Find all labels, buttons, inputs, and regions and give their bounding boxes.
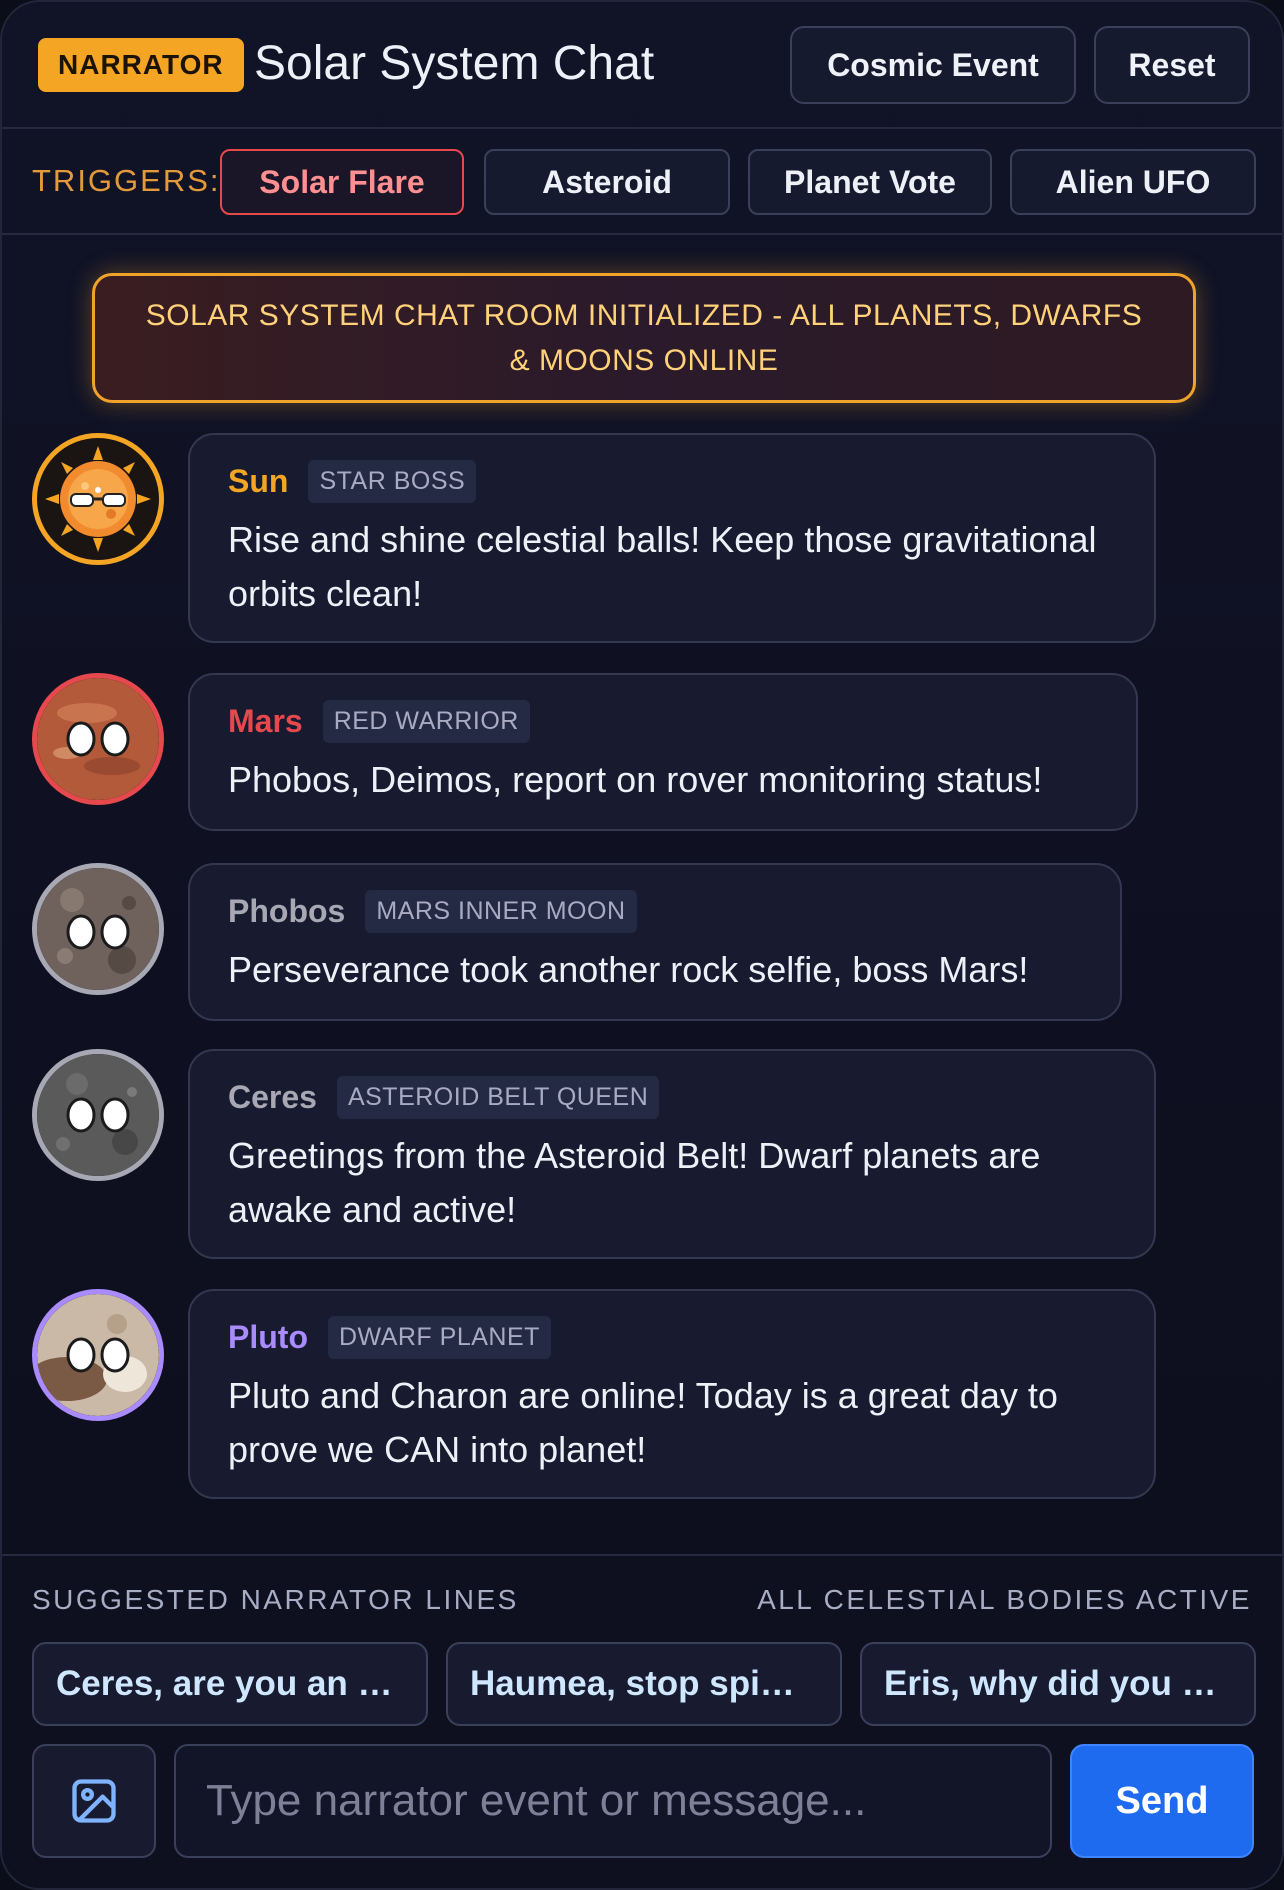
sender-role-badge: MARS INNER MOON xyxy=(365,889,637,933)
message-text: Perseverance took another rock selfie, b… xyxy=(228,949,1029,990)
triggers-bar: TRIGGERS: Solar Flare Asteroid Planet Vo… xyxy=(2,129,1282,235)
app-title: Solar System Chat xyxy=(254,37,655,90)
suggestion-chip[interactable]: Ceres, are you an … xyxy=(32,1642,428,1726)
message-bubble: Pluto DWARF PLANET Pluto and Charon are … xyxy=(188,1289,1156,1499)
trigger-asteroid-button[interactable]: Asteroid xyxy=(484,149,730,215)
message-text: Phobos, Deimos, report on rover monitori… xyxy=(228,759,1043,800)
message-text: Rise and shine celestial balls! Keep tho… xyxy=(228,519,1097,614)
sender-name: Phobos xyxy=(228,892,346,929)
cosmic-event-button[interactable]: Cosmic Event xyxy=(790,26,1076,104)
sender-role-badge: ASTEROID BELT QUEEN xyxy=(336,1075,660,1119)
triggers-label: TRIGGERS: xyxy=(32,163,221,198)
message-input[interactable] xyxy=(174,1744,1052,1858)
sun-avatar[interactable] xyxy=(32,433,164,565)
suggestion-chip[interactable]: Eris, why did you … xyxy=(860,1642,1256,1726)
sender-name: Pluto xyxy=(228,1318,308,1355)
phobos-avatar[interactable] xyxy=(32,863,164,995)
suggestion-chip[interactable]: Haumea, stop spi… xyxy=(446,1642,842,1726)
ceres-avatar[interactable] xyxy=(32,1049,164,1181)
sender-role-badge: STAR BOSS xyxy=(308,459,477,503)
message-bubble: Phobos MARS INNER MOON Perseverance took… xyxy=(188,863,1122,1021)
sun-with-sunglasses-icon xyxy=(45,446,151,552)
message-bubble: Sun STAR BOSS Rise and shine celestial b… xyxy=(188,433,1156,643)
suggested-lines-label: SUGGESTED NARRATOR LINES xyxy=(32,1584,519,1615)
message-bubble: Ceres ASTEROID BELT QUEEN Greetings from… xyxy=(188,1049,1156,1259)
phobos-moon-icon xyxy=(37,868,159,990)
sender-name: Sun xyxy=(228,462,289,499)
mars-avatar[interactable] xyxy=(32,673,164,805)
sender-role-badge: DWARF PLANET xyxy=(327,1315,551,1359)
attach-image-button[interactable] xyxy=(32,1744,156,1858)
pluto-avatar[interactable] xyxy=(32,1289,164,1421)
chat-feed[interactable]: SOLAR SYSTEM CHAT ROOM INITIALIZED - ALL… xyxy=(2,235,1282,1555)
message-text: Greetings from the Asteroid Belt! Dwarf … xyxy=(228,1135,1041,1230)
trigger-planet-vote-button[interactable]: Planet Vote xyxy=(748,149,992,215)
pluto-dwarf-planet-icon xyxy=(37,1294,159,1416)
trigger-alien-ufo-button[interactable]: Alien UFO xyxy=(1010,149,1256,215)
send-button[interactable]: Send xyxy=(1070,1744,1254,1858)
narrator-badge: NARRATOR xyxy=(38,38,244,92)
message-bubble: Mars RED WARRIOR Phobos, Deimos, report … xyxy=(188,673,1138,831)
image-icon xyxy=(72,1779,116,1823)
sender-name: Mars xyxy=(228,702,303,739)
reset-button[interactable]: Reset xyxy=(1094,26,1250,104)
system-message: SOLAR SYSTEM CHAT ROOM INITIALIZED - ALL… xyxy=(92,273,1196,403)
mars-planet-icon xyxy=(37,678,159,800)
ceres-dwarf-planet-icon xyxy=(37,1054,159,1176)
trigger-solar-flare-button[interactable]: Solar Flare xyxy=(220,149,464,215)
composer-footer: SUGGESTED NARRATOR LINES ALL CELESTIAL B… xyxy=(2,1554,1282,1888)
message-text: Pluto and Charon are online! Today is a … xyxy=(228,1375,1058,1470)
app-window: NARRATOR Solar System Chat Cosmic Event … xyxy=(0,0,1284,1890)
sender-role-badge: RED WARRIOR xyxy=(322,699,530,743)
status-text: ALL CELESTIAL BODIES ACTIVE xyxy=(757,1584,1252,1615)
sender-name: Ceres xyxy=(228,1078,317,1115)
header: NARRATOR Solar System Chat Cosmic Event … xyxy=(2,2,1282,129)
